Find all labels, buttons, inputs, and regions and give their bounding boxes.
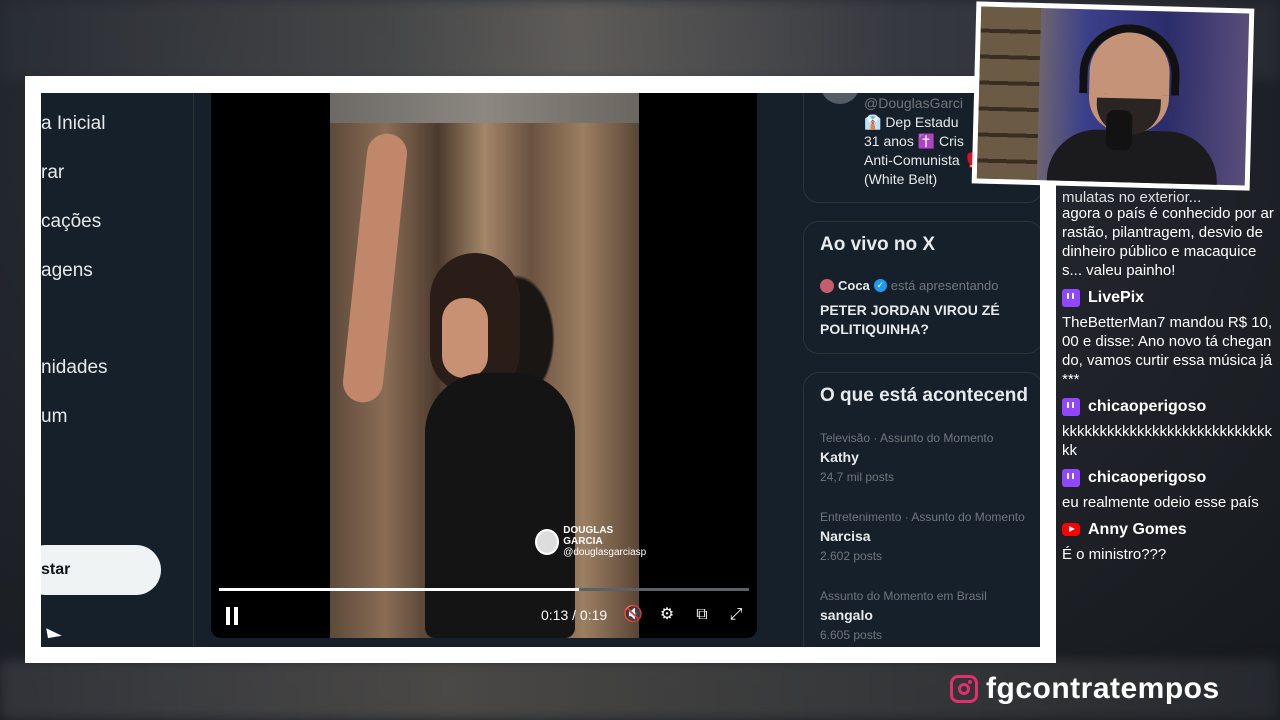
fullscreen-icon[interactable]: ⤢ [726,605,746,625]
streamer-shirt [1046,128,1219,186]
chat-message: Anny Gomes É o ministro??? [1062,520,1274,564]
nav-item-premium[interactable]: um [41,406,67,428]
webcam-feed [976,6,1250,186]
trend-name: Kathy [820,449,859,465]
live-host-name: Coca [838,278,870,293]
video-person-body [425,373,575,638]
video-person-arm [340,131,410,405]
trend-meta: Televisão · Assunto do Momento [820,431,994,445]
live-card-title: Ao vivo no X [820,234,936,255]
chat-username: LivePix [1088,289,1145,306]
microphone-icon [1105,109,1133,151]
video-watermark: DOUGLAS GARCIA @douglasgarciasp [535,525,648,558]
live-status: está apresentando [890,278,999,293]
left-navigation: a Inicial rar cações agens nidades um st… [41,93,194,647]
chat-message-text: kkkkkkkkkkkkkkkkkkkkkkkkkkkkkk [1062,423,1272,459]
chat-faded-text: mulatas no exterior... [1062,189,1202,204]
x-timeline-page: a Inicial rar cações agens nidades um st… [41,93,1040,647]
trend-meta: Assunto do Momento em Brasil [820,589,987,603]
video-progress-fill [219,588,580,591]
chat-username: chicaoperigoso [1088,469,1207,486]
chat-message: LivePix TheBetterMan7 mandou R$ 10,00 e … [1062,288,1274,389]
chat-message-text: TheBetterMan7 mandou R$ 10,00 e disse: A… [1062,314,1273,388]
trends-card-title: O que está acontecend [820,385,1029,406]
settings-icon[interactable]: ⚙ [657,605,677,625]
nav-item-messages[interactable]: agens [41,260,93,282]
trend-count: 6.605 posts [820,628,883,642]
trend-name: Narcisa [820,528,871,544]
trend-meta: Entretenimento · Assunto do Momento [820,510,1025,524]
video-progress-bar[interactable] [219,588,749,591]
live-host-row[interactable]: Coca ✓ está apresentando [820,278,1026,293]
video-player[interactable]: DOUGLAS GARCIA @douglasgarciasp 0:13 / 0… [211,93,757,638]
browser-capture-frame: a Inicial rar cações agens nidades um st… [25,76,1056,663]
watermark-avatar [535,528,560,555]
webcam-overlay [971,1,1255,191]
chat-username: chicaoperigoso [1088,398,1207,415]
chat-message-text: É o ministro??? [1062,546,1167,563]
trend-count: 2.602 posts [820,549,883,563]
chat-message-text: agora o país é conhecido por arrastão, p… [1062,205,1274,279]
pip-icon[interactable]: ⧉ [692,605,712,625]
video-time: 0:13 / 0:19 [541,607,608,623]
nav-item-communities[interactable]: nidades [41,357,108,379]
trends-card: O que está acontecend Televisão · Assunt… [803,372,1040,647]
instagram-handle: fgcontratempos [986,672,1220,705]
chat-message-text: eu realmente odeio esse país [1062,494,1259,511]
trend-item[interactable]: Entretenimento · Assunto do Momento Narc… [820,510,1026,563]
video-person-face [442,298,488,378]
trend-item[interactable]: Assunto do Momento em Brasil sangalo 6.6… [820,589,1026,642]
nav-item-explore[interactable]: rar [41,162,64,184]
youtube-icon [1062,523,1080,536]
chat-username: Anny Gomes [1088,521,1187,538]
bookshelf [976,6,1042,181]
nav-item-notifications[interactable]: cações [41,211,101,233]
watermark-handle: @douglasgarciasp [563,547,647,558]
trend-item[interactable]: Televisão · Assunto do Momento Kathy 24,… [820,431,1026,484]
instagram-icon [950,675,978,703]
twitch-icon [1062,288,1080,307]
profile-avatar[interactable] [820,93,860,104]
nav-item-home[interactable]: a Inicial [41,113,105,135]
stream-chat: mulatas no exterior... agora o país é co… [1062,188,1274,572]
watermark-name: DOUGLAS GARCIA [563,525,614,547]
mouse-cursor-icon [46,625,62,639]
chat-message: chicaoperigoso eu realmente odeio esse p… [1062,468,1274,512]
instagram-tag: fgcontratempos [950,672,1220,706]
trend-count: 24,7 mil posts [820,470,895,484]
host-avatar [820,278,834,293]
verified-badge-icon: ✓ [873,279,887,292]
twitch-icon [1062,397,1080,416]
live-card: Ao vivo no X Coca ✓ está apresentando PE… [803,221,1040,354]
pause-icon[interactable] [225,607,239,625]
headphones-icon [1079,23,1181,96]
mute-icon[interactable]: 🔇 [623,605,643,625]
twitch-icon [1062,468,1080,487]
trend-name: sangalo [820,607,873,623]
chat-message: chicaoperigoso kkkkkkkkkkkkkkkkkkkkkkkkk… [1062,397,1274,460]
post-button[interactable]: star [41,545,161,595]
video-frame[interactable]: DOUGLAS GARCIA @douglasgarciasp [330,93,646,638]
live-stream-title[interactable]: PETER JORDAN VIROU ZÉ POLITIQUINHA? [820,301,1026,339]
